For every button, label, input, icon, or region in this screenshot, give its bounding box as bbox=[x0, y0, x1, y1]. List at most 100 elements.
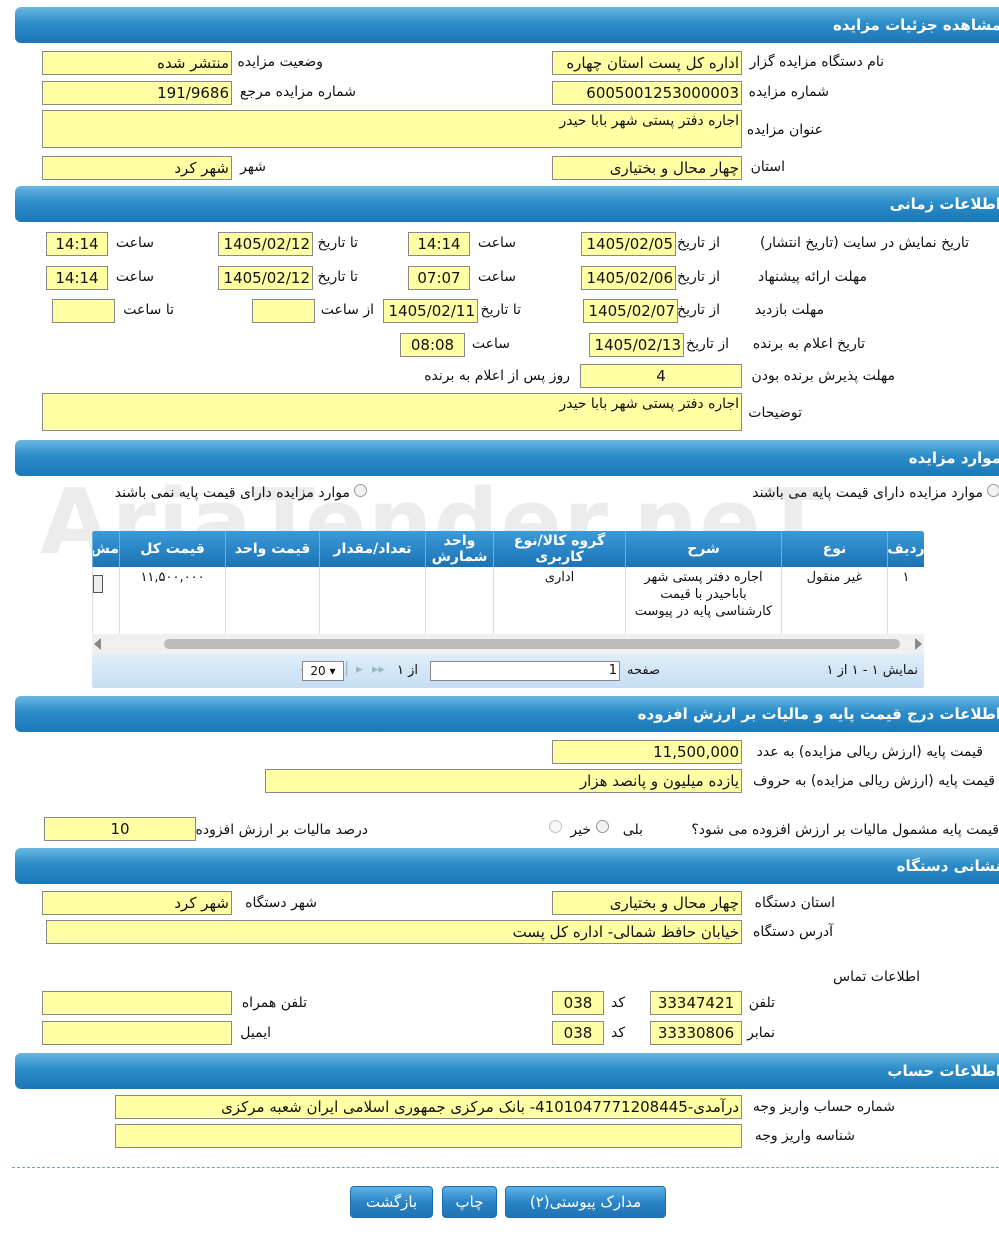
print-button[interactable]: چاپ bbox=[442, 1186, 497, 1218]
addr-city-field[interactable]: شهر کرد bbox=[42, 891, 232, 915]
offer-to-date[interactable]: 1405/02/12 bbox=[218, 266, 313, 290]
display-from-date[interactable]: 1405/02/05 bbox=[581, 232, 676, 256]
offer-from-label: از تاریخ bbox=[677, 269, 720, 285]
display-label: تاریخ نمایش در سایت (تاریخ انتشار) bbox=[759, 235, 969, 251]
status-label: وضعیت مزایده bbox=[237, 54, 323, 70]
pager-page-input[interactable]: 1 bbox=[430, 661, 620, 681]
addr-city-label: شهر دستگاه bbox=[245, 895, 317, 911]
city-field[interactable]: شهر کرد bbox=[42, 156, 232, 180]
accept-label: مهلت پذیرش برنده بودن bbox=[751, 368, 896, 384]
tax-percent-field[interactable]: 10 bbox=[44, 817, 196, 841]
grid-header: ردیف نوع شرح گروه کالا/نوع کاربری واحد ش… bbox=[92, 531, 924, 567]
visit-from-date[interactable]: 1405/02/07 bbox=[583, 299, 678, 323]
scroll-left-icon[interactable] bbox=[94, 638, 101, 650]
number-field[interactable]: 6005001253000003 bbox=[552, 81, 742, 105]
col-unit[interactable]: واحد شمارش bbox=[425, 531, 493, 567]
mobile-field[interactable] bbox=[42, 991, 232, 1015]
radio-with-label: موارد مزایده دارای قیمت پایه می باشند bbox=[752, 485, 983, 501]
section-items-header: موارد مزایده bbox=[15, 440, 999, 476]
addr-address-field[interactable]: خیابان حافظ شمالی- اداره کل پست bbox=[46, 920, 742, 944]
pager-size-select[interactable]: 20 ▾ bbox=[302, 661, 344, 681]
attachments-button[interactable]: مدارک پیوستی(۲) bbox=[505, 1186, 666, 1218]
col-index[interactable]: ردیف bbox=[887, 531, 924, 567]
account-field[interactable]: درآمدی-4101047771208445- بانک مرکزی جمهو… bbox=[115, 1095, 742, 1119]
radio-without-base-price[interactable] bbox=[354, 484, 367, 497]
winner-date[interactable]: 1405/02/13 bbox=[589, 333, 684, 357]
title-label: عنوان مزایده bbox=[746, 122, 823, 138]
scroll-right-icon[interactable] bbox=[915, 638, 922, 650]
org-field[interactable]: اداره کل پست استان چهاره bbox=[552, 51, 742, 75]
cell-total: ۱۱,۵۰۰,۰۰۰ bbox=[119, 567, 225, 634]
col-total[interactable]: قیمت کل bbox=[119, 531, 225, 567]
title-field[interactable]: اجاره دفتر پستی شهر بابا حیدر bbox=[42, 110, 742, 148]
accept-field[interactable]: 4 bbox=[580, 364, 742, 388]
mobile-label: تلفن همراه bbox=[241, 995, 307, 1011]
row-action-button[interactable] bbox=[93, 575, 103, 593]
col-type[interactable]: نوع bbox=[781, 531, 887, 567]
tax-question: قیمت پایه مشمول مالیات بر ارزش افزوده می… bbox=[691, 822, 999, 838]
base-num-field[interactable]: 11,500,000 bbox=[552, 740, 742, 764]
grid-pager: نمایش ۱ - ۱ از ۱ صفحه 1 از ۱ ▸▏ ▸▸ ◂◂ ▕◂… bbox=[92, 654, 924, 688]
fax-field[interactable]: 33330806 bbox=[650, 1021, 742, 1045]
account-id-field[interactable] bbox=[115, 1124, 742, 1148]
desc-label: توضیحات bbox=[748, 405, 802, 421]
email-field[interactable] bbox=[42, 1021, 232, 1045]
cell-unit-price bbox=[225, 567, 319, 634]
visit-from-time[interactable] bbox=[252, 299, 315, 323]
scroll-thumb[interactable] bbox=[164, 639, 900, 649]
phone-code-field[interactable]: 038 bbox=[552, 991, 604, 1015]
email-label: ایمیل bbox=[240, 1025, 271, 1041]
tax-percent-label: درصد مالیات بر ارزش افزوده bbox=[195, 822, 369, 838]
visit-label: مهلت بازدید bbox=[754, 302, 824, 318]
section-timing-header: اطلاعات زمانی bbox=[15, 186, 999, 222]
winner-time[interactable]: 08:08 bbox=[400, 333, 465, 357]
cell-type: غیر منقول bbox=[781, 567, 887, 634]
section-title: مشاهده جزئیات مزایده bbox=[832, 16, 999, 34]
province-field[interactable]: چهار محال و بختیاری bbox=[552, 156, 742, 180]
status-field[interactable]: منتشر شده bbox=[42, 51, 232, 75]
offer-label: مهلت ارائه پیشنهاد bbox=[758, 269, 867, 285]
display-from-time[interactable]: 14:14 bbox=[408, 232, 470, 256]
desc-field[interactable]: اجاره دفتر پستی شهر بابا حیدر bbox=[42, 393, 742, 431]
section-title: اطلاعات درج قیمت پایه و مالیات بر ارزش ا… bbox=[637, 705, 999, 723]
col-more[interactable]: مش bbox=[92, 531, 119, 567]
accept-suffix: روز پس از اعلام به برنده bbox=[424, 368, 570, 384]
col-group[interactable]: گروه کالا/نوع کاربری bbox=[493, 531, 625, 567]
col-qty[interactable]: تعداد/مقدار bbox=[319, 531, 425, 567]
col-desc[interactable]: شرح bbox=[625, 531, 781, 567]
radio-tax-yes[interactable] bbox=[596, 820, 609, 833]
items-grid: ردیف نوع شرح گروه کالا/نوع کاربری واحد ش… bbox=[92, 531, 924, 688]
visit-to-time[interactable] bbox=[52, 299, 115, 323]
radio-tax-no[interactable] bbox=[549, 820, 562, 833]
province-label: استان bbox=[750, 159, 785, 175]
display-to-label: تا تاریخ bbox=[317, 235, 358, 251]
pager-prev-icon[interactable]: ▸▸ bbox=[372, 662, 385, 677]
ref-field[interactable]: 191/9686 bbox=[42, 81, 232, 105]
visit-to-label: تا تاریخ bbox=[480, 302, 521, 318]
pager-first-icon[interactable]: ▸▏ bbox=[346, 662, 363, 677]
addr-province-field[interactable]: چهار محال و بختیاری bbox=[552, 891, 742, 915]
section-title: نشانی دستگاه bbox=[896, 857, 999, 875]
offer-from-time[interactable]: 07:07 bbox=[408, 266, 470, 290]
phone-field[interactable]: 33347421 bbox=[650, 991, 742, 1015]
section-price-header: اطلاعات درج قیمت پایه و مالیات بر ارزش ا… bbox=[15, 696, 999, 732]
table-row[interactable]: ۱ غیر منقول اجاره دفتر پستی شهر باباحیدر… bbox=[92, 567, 924, 634]
offer-from-date[interactable]: 1405/02/06 bbox=[581, 266, 676, 290]
display-to-time[interactable]: 14:14 bbox=[46, 232, 108, 256]
winner-label: تاریخ اعلام به برنده bbox=[752, 336, 865, 352]
base-words-field[interactable]: یازده میلیون و پانصد هزار bbox=[265, 769, 742, 793]
col-unit-price[interactable]: قیمت واحد bbox=[225, 531, 319, 567]
display-from-time-label: ساعت bbox=[477, 235, 516, 251]
display-to-date[interactable]: 1405/02/12 bbox=[218, 232, 313, 256]
cell-group: اداری bbox=[493, 567, 625, 634]
fax-code-field[interactable]: 038 bbox=[552, 1021, 604, 1045]
visit-to-date[interactable]: 1405/02/11 bbox=[383, 299, 478, 323]
display-from-label: از تاریخ bbox=[677, 235, 720, 251]
radio-no-label: خیر bbox=[570, 822, 591, 838]
offer-to-time[interactable]: 14:14 bbox=[46, 266, 108, 290]
pager-page-label: صفحه bbox=[627, 663, 660, 678]
grid-scrollbar[interactable] bbox=[92, 634, 924, 654]
pager-of: از ۱ bbox=[396, 663, 418, 678]
radio-with-base-price[interactable] bbox=[987, 484, 999, 497]
back-button[interactable]: بازگشت bbox=[350, 1186, 433, 1218]
